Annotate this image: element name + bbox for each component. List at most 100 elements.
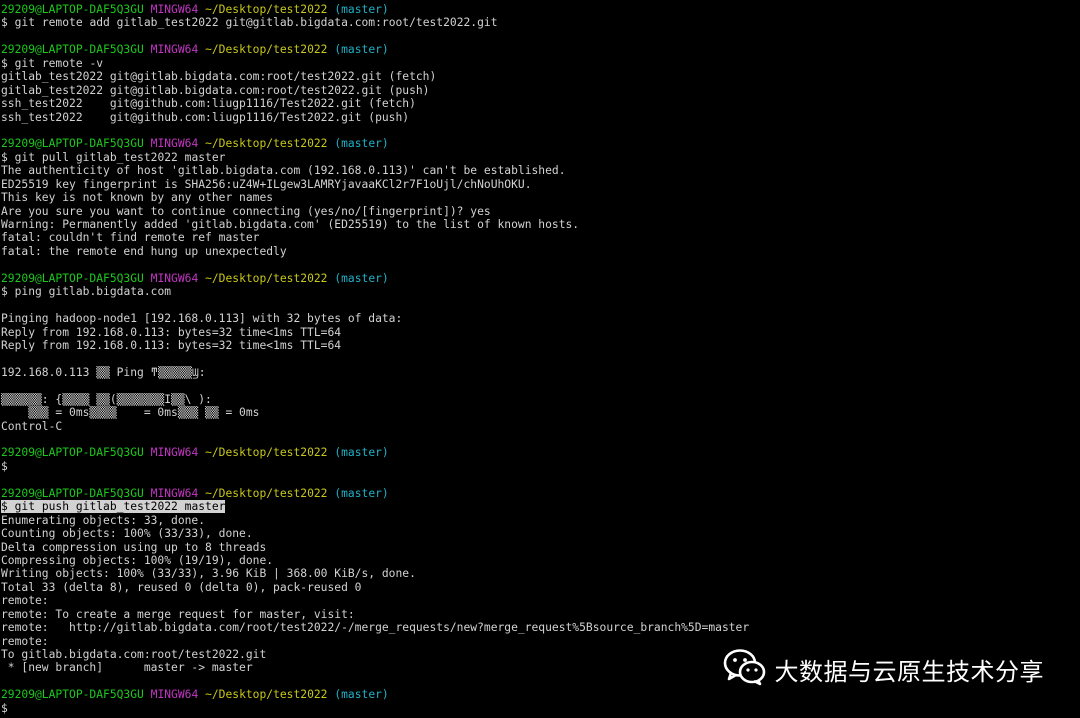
prompt-system: MINGW64 [150, 271, 199, 285]
prompt-symbol: $ [1, 459, 8, 473]
watermark-text: 大数据与云原生技术分享 [774, 657, 1044, 686]
output-line: Warning: Permanently added 'gitlab.bigda… [1, 218, 580, 231]
command-line: $ [1, 702, 1077, 715]
watermark: 大数据与云原生技术分享 [723, 648, 1045, 690]
terminal-session: 29209@LAPTOP-DAF5Q3GU MINGW64 ~/Desktop/… [1, 30, 1077, 124]
output-line: Pinging hadoop-node1 [192.168.0.113] wit… [1, 312, 403, 326]
output-line: ssh_test2022 git@github.com:liugp1116/Te… [1, 110, 410, 124]
prompt-system: MINGW64 [150, 43, 199, 57]
prompt-branch: (master) [334, 688, 389, 702]
prompt-system: MINGW64 [150, 3, 199, 16]
output-line: gitlab_test2022 git@gitlab.bigdata.com:r… [1, 70, 437, 84]
prompt-branch: (master) [334, 43, 389, 57]
output-line: Control-C [1, 419, 63, 433]
prompt-symbol: $ [1, 16, 8, 30]
terminal-session: 29209@LAPTOP-DAF5Q3GU MINGW64 ~/Desktop/… [1, 433, 1077, 473]
prompt-path: ~/Desktop/test2022 [205, 688, 328, 702]
prompt-path: ~/Desktop/test2022 [205, 486, 328, 500]
output-line: Counting objects: 100% (33/33), done. [1, 527, 253, 541]
prompt-symbol: $ [1, 285, 8, 299]
prompt-path: ~/Desktop/test2022 [205, 3, 328, 16]
prompt-line: 29209@LAPTOP-DAF5Q3GU MINGW64 ~/Desktop/… [1, 487, 1077, 500]
output-line: Are you sure you want to continue connec… [1, 204, 491, 218]
terminal-output[interactable]: 29209@LAPTOP-DAF5Q3GU MINGW64 ~/Desktop/… [1, 3, 1077, 715]
prompt-user-host: 29209@LAPTOP-DAF5Q3GU [1, 3, 144, 16]
prompt-user-host: 29209@LAPTOP-DAF5Q3GU [1, 486, 144, 500]
output-line: ED25519 key fingerprint is SHA256:uZ4W+I… [1, 177, 532, 191]
command-text[interactable]: ping gitlab.bigdata.com [15, 285, 171, 298]
prompt-path: ~/Desktop/test2022 [205, 446, 328, 460]
prompt-branch: (master) [334, 271, 389, 285]
output-line: remote: http://gitlab.bigdata.com/root/t… [1, 621, 750, 635]
command-line: $ git remote -v [1, 57, 1077, 70]
prompt-system: MINGW64 [150, 137, 199, 151]
prompt-branch: (master) [334, 137, 389, 151]
command-text[interactable]: git push gitlab_test2022 master [15, 500, 226, 513]
prompt-line: 29209@LAPTOP-DAF5Q3GU MINGW64 ~/Desktop/… [1, 446, 1077, 459]
prompt-line: 29209@LAPTOP-DAF5Q3GU MINGW64 ~/Desktop/… [1, 272, 1077, 285]
prompt-path: ~/Desktop/test2022 [205, 271, 328, 285]
terminal-session: 29209@LAPTOP-DAF5Q3GU MINGW64 ~/Desktop/… [1, 258, 1077, 433]
command-text[interactable]: git remote -v [15, 57, 103, 70]
prompt-user-host: 29209@LAPTOP-DAF5Q3GU [1, 137, 144, 151]
output-line: Writing objects: 100% (33/33), 3.96 KiB … [1, 567, 416, 581]
command-line: $ git pull gitlab_test2022 master [1, 151, 1077, 164]
output-line: fatal: couldn't find remote ref master [1, 231, 260, 245]
output-line: ▒▒▒ = 0ms▒▒▒▒ = 0ms▒▒▒ ▒▒ = 0ms [1, 406, 260, 420]
output-line: Reply from 192.168.0.113: bytes=32 time<… [1, 338, 342, 352]
output-line: ssh_test2022 git@github.com:liugp1116/Te… [1, 97, 416, 111]
prompt-line: 29209@LAPTOP-DAF5Q3GU MINGW64 ~/Desktop/… [1, 137, 1077, 150]
prompt-symbol: $ [1, 56, 8, 70]
output-line: This key is not known by any other names [1, 191, 274, 205]
selected-command[interactable]: $ git push gitlab_test2022 master [1, 500, 226, 514]
command-text[interactable]: git remote add gitlab_test2022 git@gitla… [15, 16, 498, 29]
command-text[interactable]: git pull gitlab_test2022 master [15, 151, 226, 164]
prompt-user-host: 29209@LAPTOP-DAF5Q3GU [1, 43, 144, 57]
output-line: remote: [1, 634, 49, 648]
prompt-line: 29209@LAPTOP-DAF5Q3GU MINGW64 ~/Desktop/… [1, 688, 1077, 701]
wechat-icon [723, 648, 767, 690]
prompt-path: ~/Desktop/test2022 [205, 43, 328, 57]
output-line: remote: To create a merge request for ma… [1, 607, 355, 621]
prompt-symbol: $ [1, 150, 8, 164]
output-line: The authenticity of host 'gitlab.bigdata… [1, 164, 566, 178]
terminal-session: 29209@LAPTOP-DAF5Q3GU MINGW64 ~/Desktop/… [1, 3, 1077, 30]
output-line: Enumerating objects: 33, done. [1, 513, 206, 527]
prompt-system: MINGW64 [150, 688, 199, 702]
command-line: $ git push gitlab_test2022 master [1, 500, 1077, 514]
command-line: $ git remote add gitlab_test2022 git@git… [1, 16, 1077, 29]
output-line: fatal: the remote end hung up unexpected… [1, 244, 287, 258]
prompt-path: ~/Desktop/test2022 [205, 137, 328, 151]
terminal-session: 29209@LAPTOP-DAF5Q3GU MINGW64 ~/Desktop/… [1, 124, 1077, 258]
output-line: Compressing objects: 100% (19/19), done. [1, 553, 274, 567]
prompt-user-host: 29209@LAPTOP-DAF5Q3GU [1, 271, 144, 285]
prompt-line: 29209@LAPTOP-DAF5Q3GU MINGW64 ~/Desktop/… [1, 43, 1077, 56]
output-line: Total 33 (delta 8), reused 0 (delta 0), … [1, 580, 362, 594]
prompt-symbol: $ [1, 500, 8, 514]
output-line: remote: [1, 594, 49, 608]
prompt-system: MINGW64 [150, 486, 199, 500]
terminal-session: 29209@LAPTOP-DAF5Q3GU MINGW64 ~/Desktop/… [1, 473, 1077, 675]
command-line: $ [1, 460, 1077, 473]
prompt-branch: (master) [334, 486, 389, 500]
prompt-line: 29209@LAPTOP-DAF5Q3GU MINGW64 ~/Desktop/… [1, 3, 1077, 16]
output-line: 192.168.0.113 ▒▒ Ping ͳ▒▒▒▒▒Ϣ: [1, 365, 206, 379]
output-line: ▒▒▒▒▒▒: {▒▒▒▒ ▒▒(▒▒▒▒▒▒▒I▒▒\ ): [1, 392, 212, 406]
prompt-system: MINGW64 [150, 446, 199, 460]
output-line: gitlab_test2022 git@gitlab.bigdata.com:r… [1, 83, 430, 97]
command-line: $ ping gitlab.bigdata.com [1, 285, 1077, 298]
prompt-branch: (master) [334, 3, 389, 16]
prompt-branch: (master) [334, 446, 389, 460]
output-line: Reply from 192.168.0.113: bytes=32 time<… [1, 325, 342, 339]
prompt-symbol: $ [1, 701, 8, 715]
output-line: Delta compression using up to 8 threads [1, 540, 267, 554]
prompt-user-host: 29209@LAPTOP-DAF5Q3GU [1, 446, 144, 460]
